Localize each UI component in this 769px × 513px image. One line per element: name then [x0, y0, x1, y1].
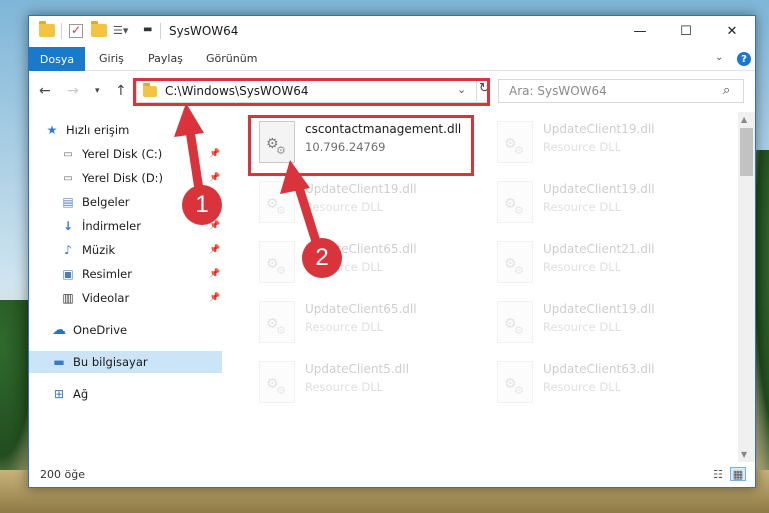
callout-2: 2 — [302, 238, 342, 278]
callout-1: 1 — [182, 185, 222, 225]
arrow-2-head — [280, 160, 310, 194]
arrow-1-head — [174, 103, 204, 137]
annotation-arrows — [174, 103, 323, 253]
